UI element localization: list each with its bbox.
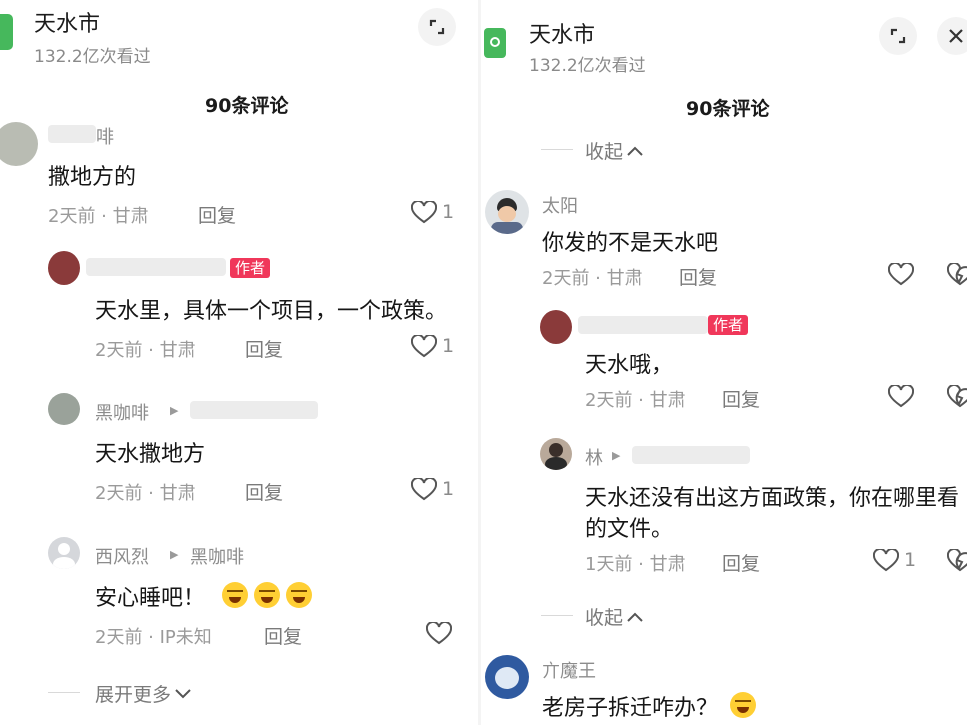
blurred-username [190, 401, 318, 419]
blurred-username [86, 258, 226, 276]
page-title: 天水市 [34, 12, 101, 37]
divider-line [541, 149, 573, 150]
collapse-button[interactable]: 收起 [585, 603, 644, 630]
comment-count: 90条评论 [686, 98, 770, 120]
avatar[interactable] [0, 122, 38, 166]
chevron-down-icon [175, 689, 191, 699]
comment-text-line2: 的文件。 [585, 517, 674, 542]
comment-meta: 2天前 · 甘肃 [48, 206, 149, 227]
comment-author[interactable]: 林 [585, 444, 603, 470]
comment-text: 撒地方的 [48, 165, 137, 190]
close-icon [949, 29, 963, 43]
reply-button[interactable]: 回复 [722, 385, 760, 412]
comment-meta: 2天前 · 甘肃 [542, 268, 643, 289]
reply-button[interactable]: 回复 [245, 478, 283, 505]
comment-author[interactable]: 啡 [96, 123, 114, 149]
comment-text: 安心睡吧！ [95, 586, 206, 611]
fullscreen-button[interactable] [418, 8, 456, 46]
reply-arrow-icon: ▶ [170, 548, 179, 561]
comment-count: 90条评论 [205, 95, 289, 117]
collapse-button[interactable]: 收起 [585, 137, 644, 164]
blurred-username [48, 125, 96, 143]
heart-icon[interactable] [411, 478, 437, 502]
view-count: 132.2亿次看过 [34, 47, 151, 67]
heart-icon[interactable] [426, 622, 452, 646]
heart-icon[interactable] [411, 335, 437, 359]
right-comment-panel: 天水市 132.2亿次看过 90条评论 收起 太阳 你发的不是天水吧 2天前 ·… [481, 0, 967, 725]
like-count: 1 [442, 335, 455, 357]
comment-text-line1: 天水还没有出这方面政策，你在哪里看 [585, 486, 960, 511]
comment-meta: 2天前 · 甘肃 [95, 340, 196, 361]
laugh-cry-emoji [286, 582, 312, 608]
fullscreen-icon [429, 19, 445, 35]
avatar[interactable] [540, 310, 572, 344]
comment-meta: 2天前 · IP未知 [95, 627, 212, 648]
laugh-cry-emoji [254, 582, 280, 608]
heart-icon[interactable] [411, 201, 437, 225]
reply-target[interactable]: 黑咖啡 [190, 543, 244, 569]
left-comment-panel: 天水市 132.2亿次看过 90条评论 啡 撒地方的 2天前 · 甘肃 回复 1… [0, 0, 478, 725]
reply-button[interactable]: 回复 [679, 263, 717, 290]
like-count: 1 [904, 549, 917, 571]
reply-button[interactable]: 回复 [245, 335, 283, 362]
app-icon [0, 14, 13, 50]
reply-button[interactable]: 回复 [264, 622, 302, 649]
comment-text: 天水里，具体一个项目，一个政策。 [95, 299, 448, 324]
comment-meta: 2天前 · 甘肃 [585, 390, 686, 411]
like-count: 1 [442, 201, 455, 223]
chevron-up-icon [627, 146, 643, 156]
comment-author[interactable]: 亣魔王 [542, 657, 596, 683]
app-icon [484, 28, 506, 58]
chevron-up-icon [627, 612, 643, 622]
reply-button[interactable]: 回复 [198, 201, 236, 228]
avatar[interactable] [540, 438, 572, 470]
dislike-icon[interactable] [947, 385, 967, 409]
comment-text: 天水撒地方 [95, 442, 206, 467]
like-count: 1 [442, 478, 455, 500]
avatar[interactable] [48, 251, 80, 285]
fullscreen-icon [890, 28, 906, 44]
divider-line [48, 692, 80, 693]
thinking-emoji [730, 692, 756, 718]
dislike-icon[interactable] [947, 263, 967, 287]
comment-text: 天水哦， [585, 353, 674, 378]
comment-text: 你发的不是天水吧 [542, 231, 719, 256]
avatar[interactable] [485, 190, 529, 234]
reply-button[interactable]: 回复 [722, 549, 760, 576]
comment-meta: 1天前 · 甘肃 [585, 554, 686, 575]
dislike-icon[interactable] [947, 549, 967, 573]
collapse-label: 收起 [585, 141, 624, 163]
close-button[interactable] [937, 17, 967, 55]
expand-more-label: 展开更多 [95, 684, 172, 706]
comment-author[interactable]: 西风烈 [95, 543, 149, 569]
reply-arrow-icon: ▶ [170, 404, 179, 417]
comment-text: 老房子拆迁咋办？ [542, 696, 719, 721]
collapse-label: 收起 [585, 607, 624, 629]
view-count: 132.2亿次看过 [529, 56, 646, 76]
expand-more-button[interactable]: 展开更多 [95, 680, 192, 707]
heart-icon[interactable] [873, 549, 899, 573]
author-badge: 作者 [230, 258, 271, 278]
page-title: 天水市 [529, 23, 596, 48]
avatar[interactable] [48, 393, 80, 425]
heart-icon[interactable] [888, 385, 914, 409]
author-badge: 作者 [708, 315, 749, 335]
blurred-username [632, 446, 750, 464]
avatar[interactable] [485, 655, 529, 699]
fullscreen-button[interactable] [879, 17, 917, 55]
avatar[interactable] [48, 537, 80, 569]
comment-author[interactable]: 黑咖啡 [95, 399, 149, 425]
reply-arrow-icon: ▶ [612, 449, 621, 462]
comment-meta: 2天前 · 甘肃 [95, 483, 196, 504]
laugh-cry-emoji [222, 582, 248, 608]
blurred-username [578, 316, 708, 334]
divider-line [541, 615, 573, 616]
comment-author[interactable]: 太阳 [542, 192, 578, 218]
heart-icon[interactable] [888, 263, 914, 287]
